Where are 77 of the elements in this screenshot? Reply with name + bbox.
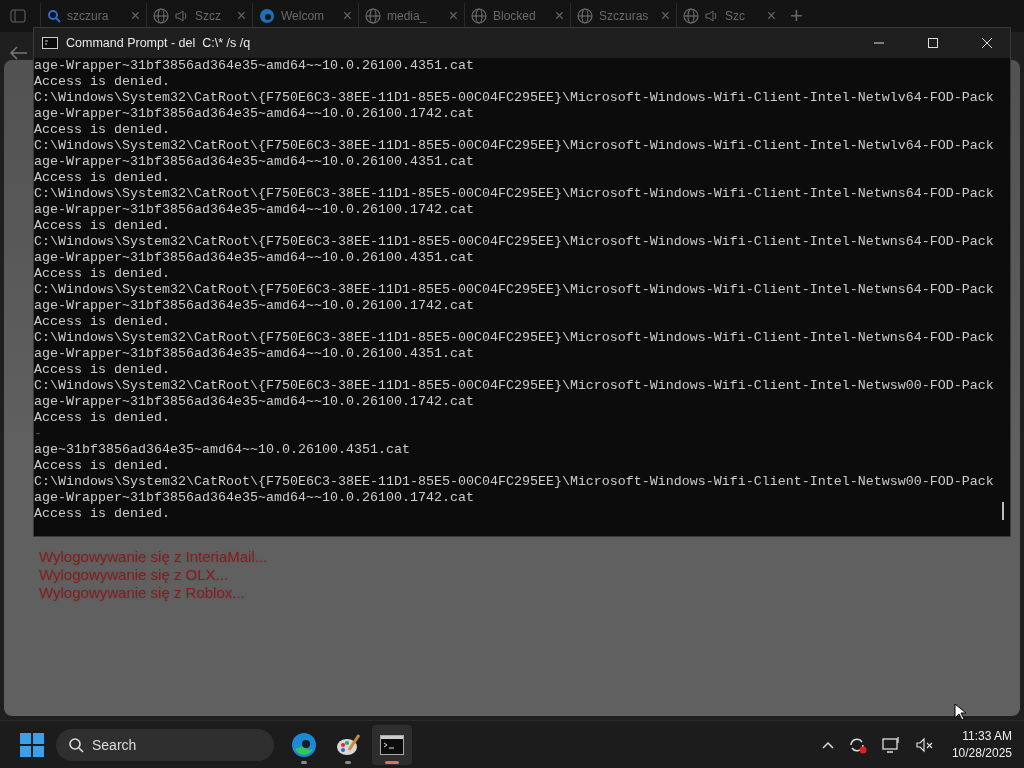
console-line: Access is denied.: [34, 122, 170, 138]
back-arrow-icon[interactable]: [10, 46, 28, 60]
console-line: C:\Windows\System32\CatRoot\{F750E6C3-38EE-11D1-85E5-00C04FC295EE}\Microsoft-Windows-Wifi-Client-Intel-Netwns64-FOD-Pack: [34, 330, 994, 346]
scrollbar-thumb[interactable]: [1002, 502, 1004, 520]
console-line: age-Wrapper~31bf3856ad364e35~amd64~~10.0.26100.1742.cat: [34, 106, 474, 122]
console-line: Access is denied.: [34, 170, 170, 186]
console-icon: [42, 37, 58, 49]
console-line: C:\Windows\System32\CatRoot\{F750E6C3-38EE-11D1-85E5-00C04FC295EE}\Microsoft-Windows-Wifi-Client-Intel-Netwlv64-FOD-Pack: [34, 138, 994, 154]
console-line: age~31bf3856ad364e35~amd64~~10.0.26100.4351.cat: [34, 442, 410, 458]
console-line: age-Wrapper~31bf3856ad364e35~amd64~~10.0.26100.4351.cat: [34, 154, 474, 170]
console-line: Access is denied.: [34, 458, 170, 474]
console-line: C:\Windows\System32\CatRoot\{F750E6C3-38EE-11D1-85E5-00C04FC295EE}\Microsoft-Windows-Wifi-Client-Intel-Netwns64-FOD-Pack: [34, 186, 994, 202]
date-text: 10/28/2025: [951, 745, 1012, 762]
console-line: Access is denied.: [34, 506, 170, 522]
mouse-cursor-icon: [954, 703, 966, 721]
chevron-up-icon[interactable]: [821, 741, 834, 749]
console-line: age-Wrapper~31bf3856ad364e35~amd64~~10.0.26100.1742.cat: [34, 202, 474, 218]
console-line: C:\Windows\System32\CatRoot\{F750E6C3-38EE-11D1-85E5-00C04FC295EE}\Microsoft-Windows-Wifi-Client-Intel-Netwsw00-FOD-Pack: [34, 378, 994, 394]
edge-icon: [291, 732, 317, 758]
close-tab-button[interactable]: ×: [236, 7, 246, 25]
logout-message: Wylogowywanie się z Roblox...: [39, 584, 246, 602]
console-line: age-Wrapper~31bf3856ad364e35~amd64~~10.0.26100.1742.cat: [34, 394, 474, 410]
console-line: age-Wrapper~31bf3856ad364e35~amd64~~10.0.26100.4351.cat: [34, 58, 474, 74]
console-line: -: [34, 426, 42, 442]
console-line: Access is denied.: [34, 218, 170, 234]
clock[interactable]: 11:33 AM 10/28/2025: [951, 728, 1012, 762]
taskbar-app[interactable]: [372, 725, 412, 765]
palette-icon: [335, 732, 361, 758]
logout-message: Wylogowywanie się z OLX...: [39, 566, 230, 584]
sync-icon[interactable]: [847, 736, 868, 754]
window-title: Command Prompt - del C:\* /s /q: [66, 36, 252, 50]
close-tab-button[interactable]: ×: [342, 7, 352, 25]
speaker-icon[interactable]: [175, 9, 189, 23]
tab-title: media_: [387, 9, 428, 23]
new-tab-button[interactable]: +: [790, 3, 803, 29]
close-tab-button[interactable]: ×: [660, 7, 670, 25]
search-field[interactable]: Search: [56, 729, 274, 761]
console-line: age-Wrapper~31bf3856ad364e35~amd64~~10.0.26100.4351.cat: [34, 250, 474, 266]
terminal-icon: [380, 735, 404, 755]
globe-icon: [471, 8, 487, 24]
tab-title: Blocked: [493, 9, 537, 23]
logout-message: Wylogowywanie się z InteriaMail...: [39, 548, 268, 566]
console-line: age-Wrapper~31bf3856ad364e35~amd64~~10.0.26100.1742.cat: [34, 490, 474, 506]
tab-title: Szczuras: [599, 9, 650, 23]
globe-icon: [577, 8, 593, 24]
windows-logo-icon[interactable]: [20, 733, 44, 757]
console-line: age-Wrapper~31bf3856ad364e35~amd64~~10.0.26100.1742.cat: [34, 298, 474, 314]
search-icon: [68, 737, 84, 753]
close-icon: [981, 37, 993, 49]
console-line: C:\Windows\System32\CatRoot\{F750E6C3-38EE-11D1-85E5-00C04FC295EE}\Microsoft-Windows-Wifi-Client-Intel-Netwns64-FOD-Pack: [34, 234, 994, 250]
globe-icon: [683, 8, 699, 24]
speaker-icon[interactable]: [705, 9, 719, 23]
tab-title: szczura: [67, 9, 110, 23]
console-line: Access is denied.: [34, 314, 170, 330]
close-tab-button[interactable]: ×: [766, 7, 776, 25]
globe-icon: [153, 8, 169, 24]
close-tab-button[interactable]: ×: [554, 7, 564, 25]
tab-title: Szc: [725, 9, 746, 23]
console-line: C:\Windows\System32\CatRoot\{F750E6C3-38EE-11D1-85E5-00C04FC295EE}\Microsoft-Windows-Wifi-Client-Intel-Netwlv64-FOD-Pack: [34, 90, 994, 106]
edge-icon: [259, 8, 275, 24]
console-line: Access is denied.: [34, 410, 170, 426]
console-line: Access is denied.: [34, 362, 170, 378]
console-line: C:\Windows\System32\CatRoot\{F750E6C3-38EE-11D1-85E5-00C04FC295EE}\Microsoft-Windows-Wifi-Client-Intel-Netwns64-FOD-Pack: [34, 282, 994, 298]
globe-icon: [365, 8, 381, 24]
maximize-icon: [928, 38, 938, 48]
monitor-icon[interactable]: [881, 736, 902, 754]
close-tab-button[interactable]: ×: [448, 7, 458, 25]
time-text: 11:33 AM: [962, 728, 1012, 745]
close-tab-button[interactable]: ×: [130, 7, 140, 25]
tab-title: Welcom: [281, 9, 326, 23]
speaker-muted-icon[interactable]: [915, 737, 934, 753]
search-icon: [47, 9, 61, 23]
console-line: Access is denied.: [34, 266, 170, 282]
console-line: age-Wrapper~31bf3856ad364e35~amd64~~10.0.26100.4351.cat: [34, 346, 474, 362]
console-line: C:\Windows\System32\CatRoot\{F750E6C3-38EE-11D1-85E5-00C04FC295EE}\Microsoft-Windows-Wifi-Client-Intel-Netwsw00-FOD-Pack: [34, 474, 994, 490]
tab-title: Szcz: [195, 9, 222, 23]
console-line: Access is denied.: [34, 74, 170, 90]
